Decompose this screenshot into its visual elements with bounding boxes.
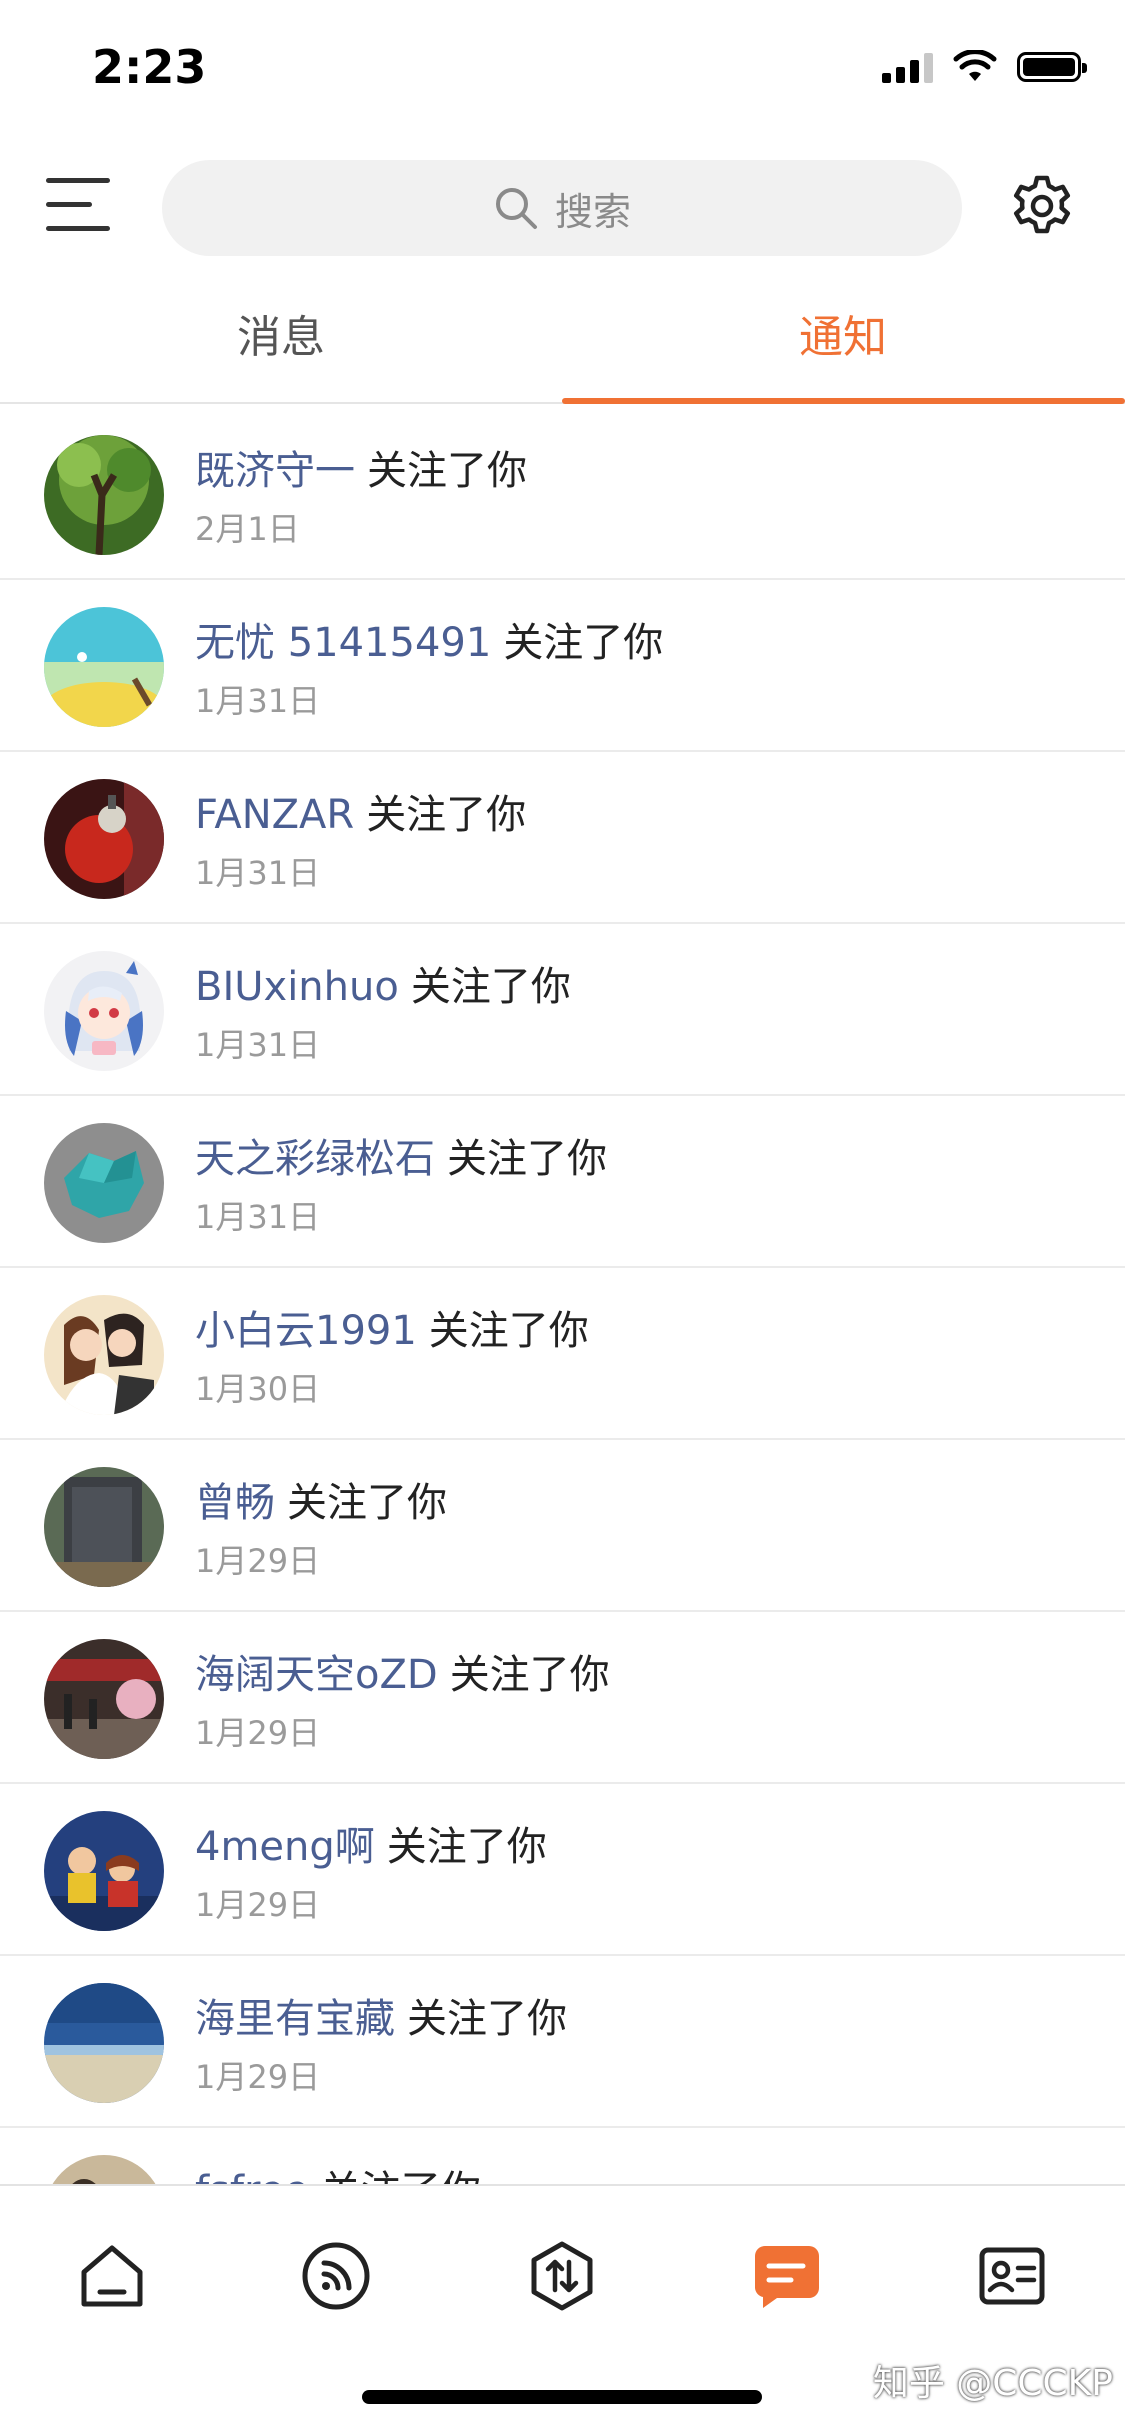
list-item[interactable]: BIUxinhuo 关注了你 1月31日 xyxy=(0,924,1125,1096)
tab-feed[interactable] xyxy=(296,2236,376,2316)
username-link[interactable]: FANZAR xyxy=(195,792,354,838)
avatar[interactable] xyxy=(44,951,164,1071)
notification-date: 1月29日 xyxy=(195,1542,321,1580)
avatar[interactable] xyxy=(44,1639,164,1759)
list-item[interactable]: 小白云1991 关注了你 1月30日 xyxy=(0,1268,1125,1440)
notification-action: 关注了你 xyxy=(410,964,571,1010)
avatar[interactable] xyxy=(44,1811,164,1931)
username-link[interactable]: 海里有宝藏 xyxy=(195,1996,395,2042)
username-link[interactable]: 海阔天空oZD xyxy=(195,1652,438,1698)
list-item[interactable]: 海里有宝藏 关注了你 1月29日 xyxy=(0,1956,1125,2128)
notification-date: 1月30日 xyxy=(195,1370,321,1408)
signal-icon xyxy=(882,51,933,83)
notification-action: 关注了你 xyxy=(321,2168,481,2184)
status-icons xyxy=(882,50,1087,84)
list-item[interactable]: 曾畅 关注了你 1月29日 xyxy=(0,1440,1125,1612)
notification-date: 1月31日 xyxy=(195,682,321,720)
menu-icon[interactable] xyxy=(46,176,110,234)
search-input[interactable]: 搜索 xyxy=(162,160,962,256)
notification-list: 既济守一 关注了你 2月1日 无忧 51415491 关注了你 1月31日 FA… xyxy=(0,408,1125,2184)
avatar[interactable] xyxy=(44,1467,164,1587)
rss-icon xyxy=(302,2242,370,2310)
message-icon xyxy=(755,2246,819,2308)
avatar[interactable] xyxy=(44,435,164,555)
avatar[interactable] xyxy=(44,779,164,899)
contact-card-icon xyxy=(979,2247,1045,2305)
notification-date: 1月29日 xyxy=(195,1714,321,1752)
username-link[interactable]: 既济守一 xyxy=(195,448,355,494)
gear-icon[interactable] xyxy=(1010,174,1074,238)
avatar[interactable] xyxy=(44,607,164,727)
notification-date: 2月1日 xyxy=(195,510,300,548)
notification-date: 1月31日 xyxy=(195,1026,321,1064)
username-link[interactable]: 小白云1991 xyxy=(195,1308,417,1354)
notification-action: 关注了你 xyxy=(428,1308,589,1354)
notification-action: 关注了你 xyxy=(367,448,527,494)
tab-profile[interactable] xyxy=(972,2236,1052,2316)
list-item[interactable]: 天之彩绿松石 关注了你 1月31日 xyxy=(0,1096,1125,1268)
avatar[interactable] xyxy=(44,1983,164,2103)
notification-date: 1月29日 xyxy=(195,2058,321,2096)
home-indicator xyxy=(362,2390,762,2404)
tab-exchange[interactable] xyxy=(522,2236,602,2316)
notification-date: 1月31日 xyxy=(195,1198,321,1236)
tab-home[interactable] xyxy=(72,2236,152,2316)
list-item[interactable]: fsfree 关注了你 xyxy=(0,2128,1125,2184)
list-item[interactable]: 4meng啊 关注了你 1月29日 xyxy=(0,1784,1125,1956)
notification-action: 关注了你 xyxy=(386,1824,547,1870)
username-link[interactable]: 曾畅 xyxy=(195,1480,275,1526)
list-item[interactable]: 既济守一 关注了你 2月1日 xyxy=(0,408,1125,580)
notification-action: 关注了你 xyxy=(366,792,527,838)
search-placeholder: 搜索 xyxy=(554,189,631,234)
avatar[interactable] xyxy=(44,1123,164,1243)
battery-icon xyxy=(1017,52,1087,82)
active-tab-indicator xyxy=(562,398,1125,404)
status-time: 2:23 xyxy=(92,40,207,94)
watermark: 知乎 @CCCKP xyxy=(872,2363,1113,2404)
avatar[interactable] xyxy=(44,1295,164,1415)
notification-date: 1月31日 xyxy=(195,854,321,892)
tab-messages-nav[interactable] xyxy=(747,2236,827,2316)
tab-notifications[interactable]: 通知 xyxy=(562,290,1124,402)
list-item[interactable]: 海阔天空oZD 关注了你 1月29日 xyxy=(0,1612,1125,1784)
list-item[interactable]: 无忧 51415491 关注了你 1月31日 xyxy=(0,580,1125,752)
notification-date: 1月29日 xyxy=(195,1886,321,1924)
search-icon xyxy=(495,188,537,229)
username-link[interactable]: 无忧 51415491 xyxy=(195,620,491,666)
notification-action: 关注了你 xyxy=(447,1136,607,1182)
screen: 2:23 搜索 消息 通知 既济守一 关注了你 2月1日 无忧 51415491… xyxy=(0,0,1125,2436)
notification-action: 关注了你 xyxy=(503,620,664,666)
top-nav: 搜索 xyxy=(0,150,1125,260)
wifi-icon xyxy=(953,50,997,81)
username-link[interactable]: 4meng啊 xyxy=(195,1824,375,1870)
tab-messages[interactable]: 消息 xyxy=(0,290,562,402)
username-link[interactable]: fsfree xyxy=(195,2168,309,2184)
notification-action: 关注了你 xyxy=(449,1652,610,1698)
notification-action: 关注了你 xyxy=(407,1996,567,2042)
tab-strip: 消息 通知 xyxy=(0,290,1125,404)
home-icon xyxy=(81,2245,143,2307)
list-item[interactable]: FANZAR 关注了你 1月31日 xyxy=(0,752,1125,924)
status-bar: 2:23 xyxy=(0,0,1125,132)
exchange-icon xyxy=(531,2241,593,2311)
notification-action: 关注了你 xyxy=(287,1480,447,1526)
avatar[interactable] xyxy=(44,2155,164,2184)
username-link[interactable]: BIUxinhuo xyxy=(195,964,399,1010)
username-link[interactable]: 天之彩绿松石 xyxy=(195,1136,435,1182)
